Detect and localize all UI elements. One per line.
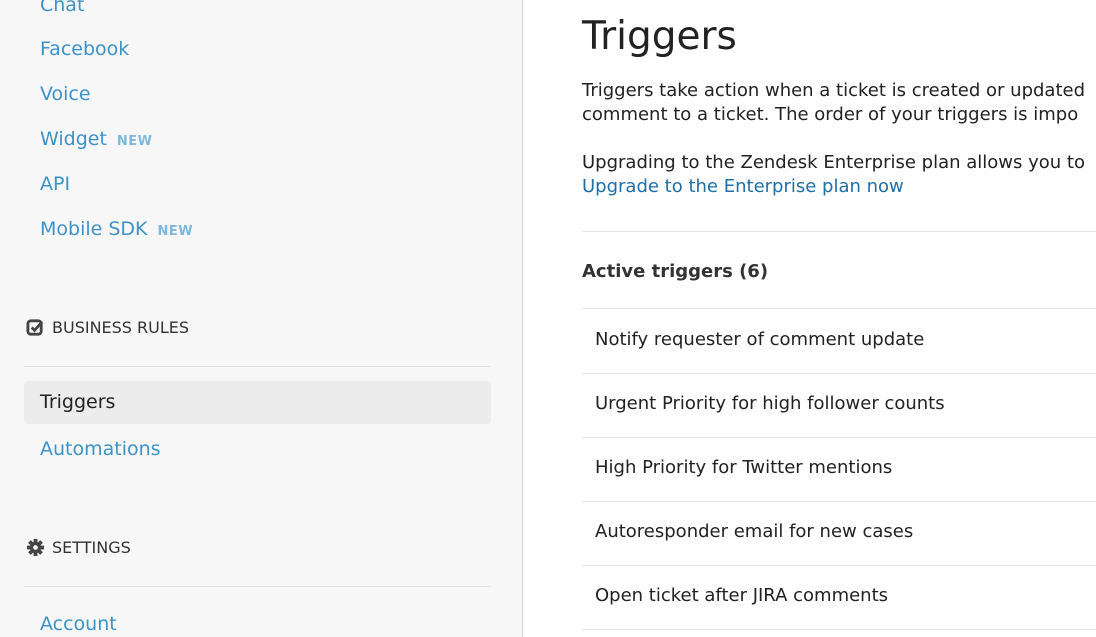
- section-title: BUSINESS RULES: [52, 318, 190, 337]
- new-badge: NEW: [116, 134, 153, 149]
- trigger-title: Notify requester of comment update: [595, 329, 925, 350]
- divider: [24, 586, 491, 587]
- sidebar-item-triggers[interactable]: Triggers: [24, 381, 491, 424]
- sidebar-item-account[interactable]: Account: [40, 612, 117, 636]
- page-title: Triggers: [582, 14, 737, 59]
- trigger-title: Open ticket after JIRA comments: [595, 585, 889, 606]
- section-settings: SETTINGS: [26, 538, 131, 557]
- main-content: Triggers Triggers take action when a tic…: [523, 0, 1096, 637]
- trigger-row[interactable]: High Priority for Twitter mentions: [582, 437, 1096, 502]
- gear-icon: [26, 538, 45, 557]
- active-triggers-heading: Active triggers (6): [582, 261, 769, 282]
- divider: [24, 366, 491, 367]
- new-badge: NEW: [157, 224, 194, 239]
- trigger-title: Urgent Priority for high follower counts: [595, 393, 945, 414]
- description-line-1: Triggers take action when a ticket is cr…: [582, 80, 1086, 101]
- checkbox-icon: [26, 319, 44, 336]
- section-business-rules: BUSINESS RULES: [26, 318, 189, 337]
- sidebar-item-label: Triggers: [40, 391, 116, 413]
- section-title: SETTINGS: [52, 538, 131, 557]
- sidebar-item-voice[interactable]: Voice: [40, 82, 91, 106]
- sidebar-item-automations[interactable]: Automations: [40, 437, 161, 461]
- trigger-title: High Priority for Twitter mentions: [595, 457, 893, 478]
- sidebar-item-chat[interactable]: Chat: [40, 0, 84, 17]
- sidebar-item-facebook[interactable]: Facebook: [40, 37, 129, 61]
- trigger-row[interactable]: Urgent Priority for high follower counts: [582, 373, 1096, 438]
- upgrade-text: Upgrading to the Zendesk Enterprise plan…: [582, 152, 1085, 173]
- trigger-row[interactable]: Open ticket after JIRA comments: [582, 565, 1096, 630]
- trigger-row[interactable]: Notify requester of comment update: [582, 309, 1096, 374]
- trigger-row[interactable]: Autoresponder email for new cases: [582, 501, 1096, 566]
- sidebar-item-api[interactable]: API: [40, 172, 70, 196]
- sidebar-item-widget[interactable]: Widget NEW: [40, 127, 153, 154]
- upgrade-link[interactable]: Upgrade to the Enterprise plan now: [582, 175, 904, 199]
- divider: [582, 231, 1096, 232]
- sidebar-item-mobile-sdk[interactable]: Mobile SDK NEW: [40, 217, 193, 244]
- sidebar: Chat Facebook Voice Widget NEW API Mobile…: [0, 0, 523, 637]
- trigger-title: Autoresponder email for new cases: [595, 521, 914, 542]
- sidebar-item-label: Widget: [40, 128, 107, 150]
- sidebar-item-label: Mobile SDK: [40, 218, 148, 240]
- description-line-2: comment to a ticket. The order of your t…: [582, 104, 1079, 125]
